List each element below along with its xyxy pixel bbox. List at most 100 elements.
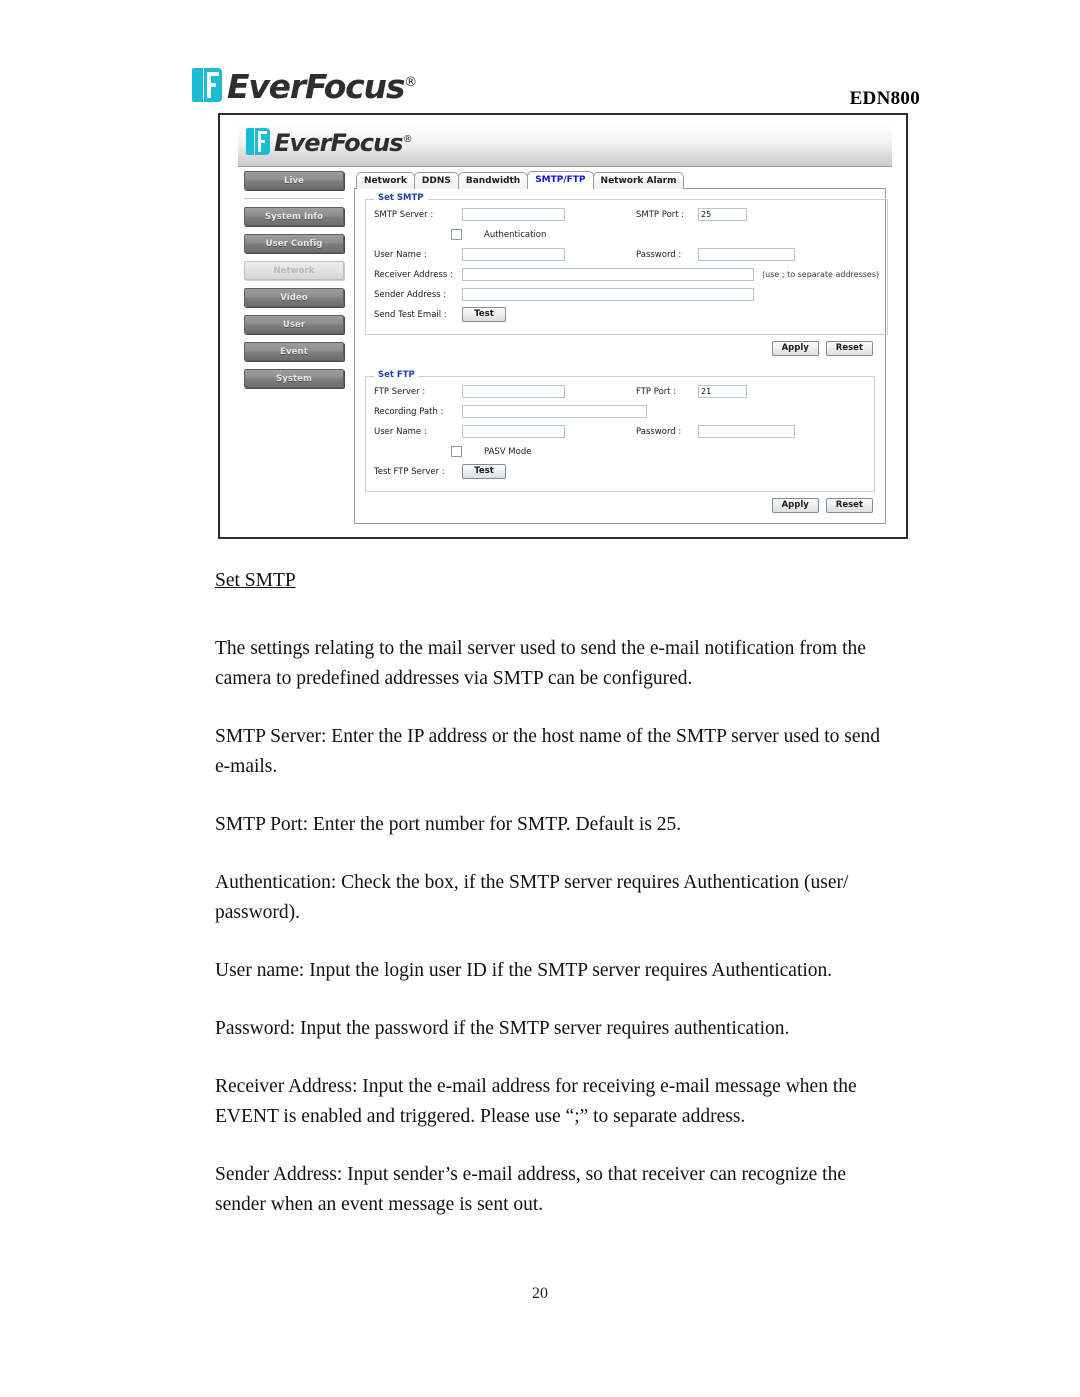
- ftp-recording-path-input[interactable]: [462, 405, 647, 418]
- registered-mark: ®: [404, 74, 417, 90]
- page-header: EverFocus® EDN800: [180, 62, 920, 114]
- tab-bar: Network DDNS Bandwidth SMTP/FTP Network …: [356, 171, 886, 189]
- paragraph-receiver-address: Receiver Address: Input the e-mail addre…: [215, 1076, 857, 1127]
- model-number: EDN800: [849, 88, 920, 109]
- ftp-test-server-label: Test FTP Server :: [374, 466, 445, 477]
- smtp-server-input[interactable]: [462, 208, 565, 221]
- smtp-sender-label: Sender Address :: [374, 289, 447, 300]
- sidebar-item-user[interactable]: User: [244, 315, 344, 334]
- sidebar-item-live[interactable]: Live: [244, 171, 344, 190]
- smtp-receiver-input[interactable]: [462, 268, 754, 281]
- smtp-receiver-label: Receiver Address :: [374, 269, 453, 280]
- tab-panel: Set SMTP SMTP Server : SMTP Port : Authe…: [354, 188, 889, 524]
- ftp-port-group: FTP Port :: [636, 385, 747, 398]
- ftp-port-label: FTP Port :: [636, 386, 677, 397]
- smtp-receiver-hint: (use ; to separate addresses): [762, 270, 880, 279]
- smtp-password-label: Password :: [636, 249, 682, 260]
- smtp-password-group: Password :: [636, 248, 795, 261]
- paragraph-user-name: User name: Input the login user ID if th…: [215, 960, 833, 981]
- brand-name: EverFocus: [227, 66, 405, 106]
- app-window: EverFocus® Live System Info User Config …: [238, 123, 892, 527]
- sidebar-item-video[interactable]: Video: [244, 288, 344, 307]
- smtp-port-input[interactable]: [698, 208, 747, 221]
- paragraph-authentication: Authentication: Check the box, if the SM…: [215, 872, 849, 923]
- smtp-auth-row: Authentication: [374, 226, 879, 243]
- smtp-receiver-row: Receiver Address : (use ; to separate ad…: [374, 266, 879, 283]
- ftp-password-label: Password :: [636, 426, 682, 437]
- ftp-port-input[interactable]: [698, 385, 747, 398]
- paragraph-password: Password: Input the password if the SMTP…: [215, 1018, 790, 1039]
- sidebar-item-user-config[interactable]: User Config: [244, 234, 344, 253]
- document-body: Set SMTP The settings relating to the ma…: [215, 566, 895, 1248]
- smtp-reset-button[interactable]: Reset: [825, 341, 873, 356]
- sidebar-item-event[interactable]: Event: [244, 342, 344, 361]
- ftp-username-label: User Name :: [374, 426, 427, 437]
- sidebar-item-network[interactable]: Network: [244, 261, 344, 280]
- paragraph-intro: The settings relating to the mail server…: [215, 638, 866, 689]
- everfocus-logo: EverFocus®: [192, 62, 417, 108]
- smtp-server-row: SMTP Server : SMTP Port :: [374, 206, 879, 223]
- ftp-password-input[interactable]: [698, 425, 795, 438]
- ftp-apply-button[interactable]: Apply: [771, 498, 819, 513]
- ftp-username-input[interactable]: [462, 425, 565, 438]
- brand-wordmark: EverFocus®: [227, 66, 417, 106]
- app-header-bar: EverFocus®: [238, 123, 892, 167]
- ftp-recording-path-label: Recording Path :: [374, 406, 444, 417]
- set-smtp-section: Set SMTP SMTP Server : SMTP Port : Authe…: [365, 193, 889, 335]
- smtp-test-email-row: Send Test Email : Test: [374, 306, 879, 323]
- sidebar-divider: [244, 198, 344, 199]
- sidebar-item-system-info[interactable]: System Info: [244, 207, 344, 226]
- tab-bandwidth[interactable]: Bandwidth: [457, 172, 529, 189]
- smtp-port-group: SMTP Port :: [636, 208, 747, 221]
- ftp-server-row: FTP Server : FTP Port :: [374, 383, 866, 400]
- tab-smtp-ftp[interactable]: SMTP/FTP: [527, 171, 594, 189]
- page-number: 20: [532, 1285, 548, 1302]
- screenshot-frame: EverFocus® Live System Info User Config …: [218, 113, 908, 539]
- smtp-username-row: User Name : Password :: [374, 246, 879, 263]
- tab-network[interactable]: Network: [356, 172, 415, 189]
- set-ftp-legend: Set FTP: [374, 370, 419, 380]
- smtp-sender-row: Sender Address :: [374, 286, 879, 303]
- sidebar-nav: Live System Info User Config Network Vid…: [244, 171, 348, 396]
- app-logo: EverFocus®: [246, 128, 413, 157]
- ftp-server-input[interactable]: [462, 385, 565, 398]
- smtp-username-label: User Name :: [374, 249, 427, 260]
- ftp-test-button[interactable]: Test: [462, 464, 506, 479]
- app-brand-name: EverFocus: [274, 128, 404, 157]
- ftp-test-row: Test FTP Server : Test: [374, 463, 866, 480]
- smtp-test-email-label: Send Test Email :: [374, 309, 447, 320]
- ftp-pasv-mode-label: PASV Mode: [484, 446, 532, 457]
- smtp-port-label: SMTP Port :: [636, 209, 685, 220]
- smtp-username-input[interactable]: [462, 248, 565, 261]
- section-heading: Set SMTP: [215, 570, 296, 591]
- smtp-server-label: SMTP Server :: [374, 209, 434, 220]
- ftp-recording-path-row: Recording Path :: [374, 403, 866, 420]
- content-area: Network DDNS Bandwidth SMTP/FTP Network …: [354, 171, 889, 524]
- app-brand-wordmark: EverFocus®: [274, 128, 413, 157]
- set-ftp-section: Set FTP FTP Server : FTP Port : Recordin…: [365, 370, 875, 492]
- paragraph-smtp-server: SMTP Server: Enter the IP address or the…: [215, 726, 881, 777]
- ftp-pasv-row: PASV Mode: [374, 443, 866, 460]
- smtp-apply-button[interactable]: Apply: [771, 341, 819, 356]
- ftp-pasv-mode-checkbox[interactable]: [451, 446, 462, 457]
- tab-ddns[interactable]: DDNS: [413, 172, 459, 189]
- smtp-authentication-label: Authentication: [484, 229, 547, 240]
- smtp-test-button[interactable]: Test: [462, 307, 506, 322]
- ftp-reset-button[interactable]: Reset: [825, 498, 873, 513]
- ftp-server-label: FTP Server :: [374, 386, 426, 397]
- ftp-actions: Apply Reset: [365, 498, 875, 513]
- smtp-actions: Apply Reset: [365, 341, 875, 356]
- smtp-password-input[interactable]: [698, 248, 795, 261]
- paragraph-sender-address: Sender Address: Input sender’s e-mail ad…: [215, 1164, 846, 1215]
- smtp-authentication-checkbox[interactable]: [451, 229, 462, 240]
- paragraph-smtp-port: SMTP Port: Enter the port number for SMT…: [215, 814, 682, 835]
- ftp-username-row: User Name : Password :: [374, 423, 866, 440]
- ftp-password-group: Password :: [636, 425, 795, 438]
- everfocus-logo-icon: [192, 68, 222, 102]
- sidebar-item-system[interactable]: System: [244, 369, 344, 388]
- smtp-sender-input[interactable]: [462, 288, 754, 301]
- app-registered-mark: ®: [402, 133, 413, 145]
- everfocus-logo-icon: [246, 128, 270, 155]
- tab-network-alarm[interactable]: Network Alarm: [592, 172, 685, 189]
- set-smtp-legend: Set SMTP: [374, 193, 428, 203]
